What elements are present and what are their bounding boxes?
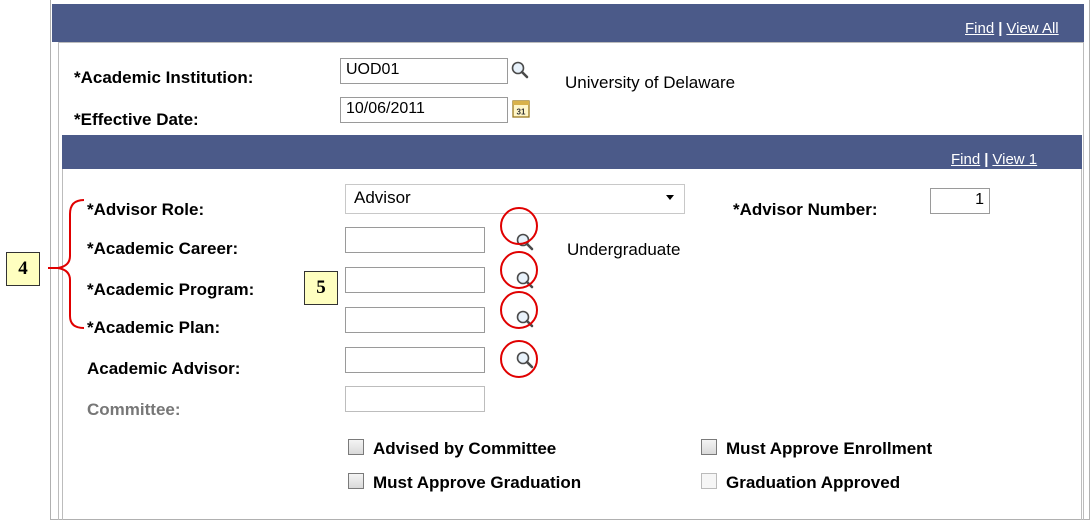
highlight-circle bbox=[500, 291, 538, 329]
calendar-icon[interactable]: 31 bbox=[511, 99, 531, 119]
lookup-icon[interactable] bbox=[510, 60, 530, 80]
must-approve-graduation-checkbox[interactable] bbox=[348, 473, 364, 489]
academic-program-input[interactable] bbox=[345, 267, 485, 293]
advisor-panel bbox=[62, 169, 1082, 520]
top-nav-links: Find | View All bbox=[965, 20, 1059, 37]
callout-step-5: 5 bbox=[304, 271, 338, 305]
academic-advisor-label: Academic Advisor: bbox=[87, 359, 241, 378]
advisor-number-label: *Advisor Number: bbox=[733, 200, 878, 219]
advised-by-committee-label: Advised by Committee bbox=[373, 439, 557, 458]
must-approve-enrollment-checkbox[interactable] bbox=[701, 439, 717, 455]
highlight-circle bbox=[500, 251, 538, 289]
academic-plan-label: *Academic Plan: bbox=[87, 318, 221, 337]
advised-by-committee-checkbox[interactable] bbox=[348, 439, 364, 455]
academic-career-label: *Academic Career: bbox=[87, 239, 239, 258]
chevron-down-icon bbox=[666, 195, 674, 200]
institution-description: University of Delaware bbox=[565, 73, 736, 92]
callout-step-4: 4 bbox=[6, 252, 40, 286]
institution-label: *Academic Institution: bbox=[74, 68, 254, 87]
link-separator: | bbox=[984, 151, 989, 168]
advisor-nav-links: Find | View 1 bbox=[951, 151, 1037, 168]
svg-text:31: 31 bbox=[517, 108, 526, 117]
academic-advisor-input[interactable] bbox=[345, 347, 485, 373]
must-approve-enrollment-label: Must Approve Enrollment bbox=[726, 439, 933, 458]
graduation-approved-checkbox[interactable] bbox=[701, 473, 717, 489]
academic-career-description: Undergraduate bbox=[567, 240, 681, 259]
find-link[interactable]: Find bbox=[965, 20, 994, 37]
advisor-number-input[interactable]: 1 bbox=[930, 188, 990, 214]
advisor-role-label: *Advisor Role: bbox=[87, 200, 205, 219]
advisor-role-value: Advisor bbox=[354, 188, 411, 207]
academic-program-label: *Academic Program: bbox=[87, 280, 255, 299]
must-approve-graduation-label: Must Approve Graduation bbox=[373, 473, 582, 492]
link-separator: | bbox=[998, 20, 1003, 37]
committee-label: Committee: bbox=[87, 400, 181, 419]
effective-date-input[interactable]: 10/06/2011 bbox=[340, 97, 508, 123]
view-1-link[interactable]: View 1 bbox=[992, 151, 1037, 168]
graduation-approved-label: Graduation Approved bbox=[726, 473, 901, 492]
academic-plan-input[interactable] bbox=[345, 307, 485, 333]
institution-input[interactable]: UOD01 bbox=[340, 58, 508, 84]
find-link[interactable]: Find bbox=[951, 151, 980, 168]
highlight-circle bbox=[500, 340, 538, 378]
effective-date-label: *Effective Date: bbox=[74, 110, 199, 129]
bracket-annotation bbox=[48, 199, 85, 329]
institution-header-bar bbox=[52, 4, 1084, 42]
view-all-link[interactable]: View All bbox=[1006, 20, 1058, 37]
advisor-header-bar bbox=[62, 135, 1082, 169]
academic-career-input[interactable] bbox=[345, 227, 485, 253]
highlight-circle bbox=[500, 207, 538, 245]
committee-input bbox=[345, 386, 485, 412]
